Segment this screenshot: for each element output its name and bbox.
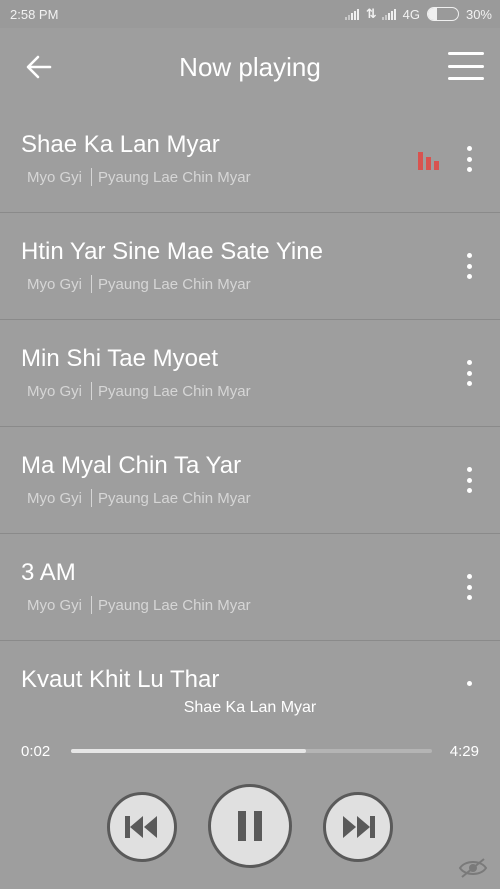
- meta-divider: [91, 489, 93, 507]
- status-bar: 2:58 PM ⇅ 4G 30%: [0, 0, 500, 28]
- song-artist: Myo Gyi: [27, 168, 83, 186]
- equalizer-icon: [418, 152, 444, 170]
- song-title: Ma Myal Chin Ta Yar: [21, 452, 242, 479]
- visibility-off-icon[interactable]: [458, 857, 488, 879]
- status-time: 2:58 PM: [10, 6, 59, 22]
- battery-icon: [426, 7, 459, 21]
- song-title: Min Shi Tae Myoet: [21, 345, 218, 372]
- song-meta: Myo Gyi Pyaung Lae Chin Myar: [27, 168, 251, 186]
- battery-percent: 30%: [465, 6, 492, 22]
- back-button[interactable]: [24, 52, 54, 82]
- signal-icon: [344, 8, 359, 20]
- more-vert-icon: [466, 146, 472, 151]
- song-item[interactable]: Min Shi Tae Myoet Myo Gyi Pyaung Lae Chin …: [0, 320, 500, 427]
- song-item[interactable]: Ma Myal Chin Ta Yar Myo Gyi Pyaung Lae Chi…: [0, 427, 500, 534]
- song-meta: Myo Gyi Pyaung Lae Chin Myar: [27, 489, 251, 507]
- song-artist: Myo Gyi: [27, 596, 83, 614]
- skip-previous-icon: [125, 816, 157, 838]
- meta-divider: [91, 596, 93, 614]
- song-album: Pyaung Lae Chin Myar: [98, 596, 251, 614]
- total-time: 4:29: [449, 743, 479, 760]
- song-album: Pyaung Lae Chin Myar: [98, 168, 251, 186]
- pause-button[interactable]: [208, 784, 292, 868]
- menu-button[interactable]: [448, 48, 484, 84]
- song-meta: Myo Gyi Pyaung Lae Chin Myar: [27, 382, 251, 400]
- page-title: Now playing: [179, 51, 321, 82]
- song-title: 3 AM: [21, 559, 76, 586]
- more-options-button[interactable]: [462, 360, 476, 386]
- previous-button[interactable]: [107, 792, 177, 862]
- song-item[interactable]: 3 AM Myo Gyi Pyaung Lae Chin Myar: [0, 534, 500, 641]
- more-options-button[interactable]: [462, 574, 476, 600]
- network-type: 4G: [402, 6, 420, 22]
- song-item[interactable]: Kyaut Khit Lu TharMyo GyiPyaung Lae Chin…: [0, 641, 500, 687]
- more-vert-icon: [466, 574, 472, 579]
- current-time: 0:02: [21, 743, 51, 760]
- song-title: Htin Yar Sine Mae Sate Yine: [21, 238, 323, 265]
- meta-divider: [91, 168, 93, 186]
- player-panel: Shae Ka Lan Myar 0:02 4:29: [0, 687, 500, 889]
- more-vert-icon: [466, 681, 472, 686]
- status-icons: ⇅ 4G 30%: [344, 6, 492, 22]
- meta-divider: [91, 382, 93, 400]
- song-artist: Myo Gyi: [27, 275, 83, 293]
- song-artist: Myo Gyi: [27, 489, 83, 507]
- more-options-button[interactable]: [462, 253, 476, 279]
- progress-bar[interactable]: [71, 749, 432, 753]
- song-item[interactable]: Shae Ka Lan Myar Myo Gyi Pyaung Lae Chin M…: [0, 106, 500, 213]
- signal-icon-2: [381, 8, 396, 20]
- song-item[interactable]: Htin Yar Sine Mae Sate Yine Myo Gyi Pyaung…: [0, 213, 500, 320]
- song-title: Kyaut Khit Lu Thar: [21, 666, 220, 687]
- song-title: Shae Ka Lan Myar: [21, 131, 220, 158]
- pause-icon: [238, 811, 262, 841]
- song-meta: Myo Gyi Pyaung Lae Chin Myar: [27, 596, 251, 614]
- more-vert-icon: [466, 253, 472, 258]
- hamburger-menu-icon: [448, 52, 484, 55]
- song-album: Pyaung Lae Chin Myar: [98, 275, 251, 293]
- song-artist: Myo Gyi: [27, 382, 83, 400]
- progress-fill: [71, 749, 306, 753]
- app-header: Now playing: [0, 28, 500, 106]
- next-button[interactable]: [323, 792, 393, 862]
- arrow-left-icon: [26, 55, 52, 79]
- more-vert-icon: [466, 360, 472, 365]
- now-playing-title: Shae Ka Lan Myar: [183, 699, 317, 716]
- skip-next-icon: [343, 816, 375, 838]
- meta-divider: [91, 275, 93, 293]
- more-vert-icon: [466, 467, 472, 472]
- song-album: Pyaung Lae Chin Myar: [98, 489, 251, 507]
- more-options-button[interactable]: [462, 467, 476, 493]
- song-album: Pyaung Lae Chin Myar: [98, 382, 251, 400]
- song-list[interactable]: Shae Ka Lan Myar Myo Gyi Pyaung Lae Chin M…: [0, 106, 500, 687]
- song-meta: Myo Gyi Pyaung Lae Chin Myar: [27, 275, 251, 293]
- more-options-button[interactable]: [462, 146, 476, 172]
- data-transfer-icon: ⇅: [365, 6, 377, 21]
